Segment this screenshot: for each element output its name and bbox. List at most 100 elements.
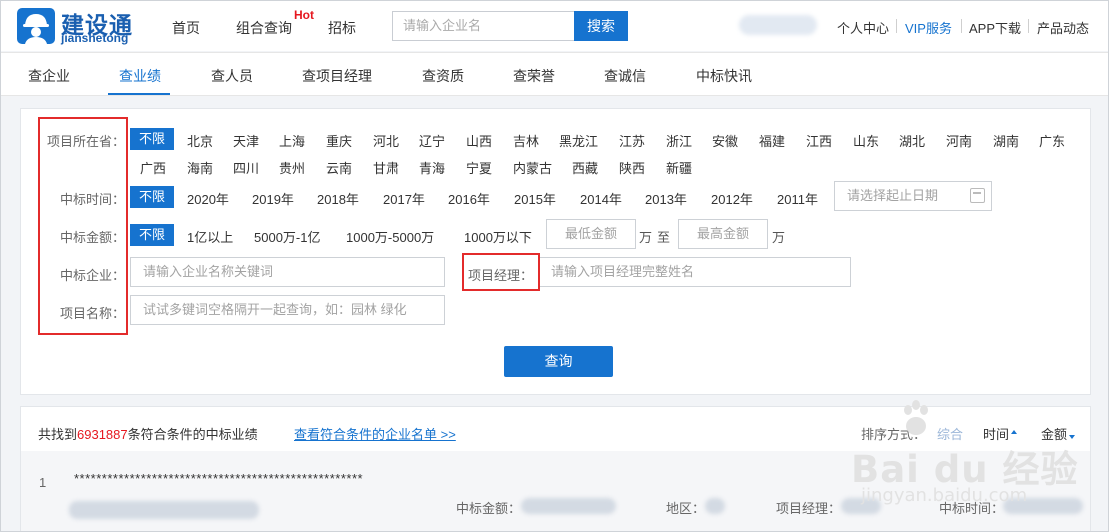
province-option[interactable]: 江苏 xyxy=(619,131,645,150)
province-option[interactable]: 河南 xyxy=(946,131,972,150)
company-list-link[interactable]: 查看符合条件的企业名单 >> xyxy=(294,424,456,443)
tab-performance[interactable]: 查业绩 xyxy=(119,66,161,86)
province-option[interactable]: 吉林 xyxy=(513,131,539,150)
province-option[interactable]: 河北 xyxy=(373,131,399,150)
province-option[interactable]: 陕西 xyxy=(619,158,645,177)
tab-honor[interactable]: 查荣誉 xyxy=(513,66,555,86)
unit-wan: 万 xyxy=(772,230,786,245)
tab-bar: 查企业 查业绩 查人员 查项目经理 查资质 查荣誉 查诚信 中标快讯 xyxy=(1,52,1108,96)
bid-company-input[interactable]: 请输入企业名称关键词 xyxy=(130,257,445,287)
link-app-download[interactable]: APP下载 xyxy=(969,18,1021,37)
province-option[interactable]: 浙江 xyxy=(666,131,692,150)
province-option[interactable]: 宁夏 xyxy=(466,158,492,177)
divider xyxy=(1028,19,1029,33)
max-amount-input[interactable]: 最高金额 xyxy=(678,219,768,249)
nav-combined-search[interactable]: 组合查询 xyxy=(236,18,292,38)
logo[interactable]: 建设通 jianshetong xyxy=(17,8,143,46)
query-button[interactable]: 查询 xyxy=(504,346,613,377)
province-option[interactable]: 海南 xyxy=(187,158,213,177)
logo-worker-icon xyxy=(17,8,55,44)
watermark-url: jingyan.baidu.com xyxy=(861,485,1028,506)
time-option[interactable]: 2015年 xyxy=(514,189,556,208)
province-option[interactable]: 辽宁 xyxy=(419,131,445,150)
row-title-masked[interactable]: ****************************************… xyxy=(74,471,363,486)
province-option[interactable]: 湖北 xyxy=(899,131,925,150)
highlight-box-labels xyxy=(38,117,128,335)
row-amount-blurred xyxy=(521,498,616,514)
row-region-label: 地区： xyxy=(666,501,706,516)
date-range-placeholder: 请选择起止日期 xyxy=(847,188,939,203)
row-company-blurred xyxy=(69,501,259,519)
results-count: 6931887 xyxy=(77,427,128,442)
province-option[interactable]: 安徽 xyxy=(712,131,738,150)
row-index: 1 xyxy=(39,475,47,490)
time-option-any[interactable]: 不限 xyxy=(130,186,175,208)
nav-tender[interactable]: 招标 xyxy=(328,18,356,38)
tab-project-manager[interactable]: 查项目经理 xyxy=(302,66,372,86)
time-option[interactable]: 2013年 xyxy=(645,189,687,208)
time-option[interactable]: 2012年 xyxy=(711,189,753,208)
project-name-input[interactable]: 试试多键词空格隔开一起查询，如：园林 绿化 xyxy=(130,295,445,325)
province-option[interactable]: 甘肃 xyxy=(373,158,399,177)
province-option[interactable]: 广东 xyxy=(1039,131,1065,150)
province-option[interactable]: 天津 xyxy=(233,131,259,150)
time-option[interactable]: 2018年 xyxy=(317,189,359,208)
divider xyxy=(961,19,962,33)
logo-subtitle: jianshetong xyxy=(61,31,129,45)
time-option[interactable]: 2017年 xyxy=(383,189,425,208)
nav-home[interactable]: 首页 xyxy=(172,18,200,38)
date-range-picker[interactable]: 请选择起止日期 xyxy=(834,181,992,211)
province-option[interactable]: 贵州 xyxy=(279,158,305,177)
amount-option[interactable]: 1亿以上 xyxy=(187,227,233,246)
amount-option[interactable]: 1000万-5000万 xyxy=(346,227,434,246)
results-summary: 共找到6931887条符合条件的中标业绩 xyxy=(38,424,258,443)
range-to-label: 至 xyxy=(657,230,671,245)
time-option[interactable]: 2020年 xyxy=(187,189,229,208)
top-header: 建设通 jianshetong 首页 组合查询 Hot 招标 请输入企业名 搜索… xyxy=(1,1,1108,51)
province-option[interactable]: 湖南 xyxy=(993,131,1019,150)
amount-option[interactable]: 1000万以下 xyxy=(464,227,532,246)
tab-personnel[interactable]: 查人员 xyxy=(211,66,253,86)
province-option[interactable]: 青海 xyxy=(419,158,445,177)
search-button[interactable]: 搜索 xyxy=(574,11,628,41)
active-tab-indicator xyxy=(108,93,170,95)
time-option[interactable]: 2014年 xyxy=(580,189,622,208)
unit-wan: 万 xyxy=(639,230,653,245)
province-option[interactable]: 北京 xyxy=(187,131,213,150)
time-option[interactable]: 2016年 xyxy=(448,189,490,208)
project-manager-input[interactable]: 请输入项目经理完整姓名 xyxy=(538,257,851,287)
province-option-any[interactable]: 不限 xyxy=(130,128,175,150)
min-amount-input[interactable]: 最低金额 xyxy=(546,219,636,249)
amount-option-any[interactable]: 不限 xyxy=(130,224,175,246)
time-option[interactable]: 2019年 xyxy=(252,189,294,208)
divider xyxy=(896,19,897,33)
province-option[interactable]: 西藏 xyxy=(572,158,598,177)
tab-company[interactable]: 查企业 xyxy=(28,66,70,86)
tab-credit[interactable]: 查诚信 xyxy=(604,66,646,86)
tab-bid-news[interactable]: 中标快讯 xyxy=(696,66,752,86)
link-personal-center[interactable]: 个人中心 xyxy=(837,18,889,37)
province-option[interactable]: 江西 xyxy=(806,131,832,150)
time-option[interactable]: 2011年 xyxy=(777,189,818,208)
province-option[interactable]: 山西 xyxy=(466,131,492,150)
province-option[interactable]: 四川 xyxy=(233,158,259,177)
province-option[interactable]: 新疆 xyxy=(666,158,692,177)
screen: 建设通 jianshetong 首页 组合查询 Hot 招标 请输入企业名 搜索… xyxy=(0,0,1109,532)
username-blurred xyxy=(739,15,817,35)
tab-qualification[interactable]: 查资质 xyxy=(422,66,464,86)
province-option[interactable]: 山东 xyxy=(853,131,879,150)
province-option[interactable]: 重庆 xyxy=(326,131,352,150)
province-option[interactable]: 福建 xyxy=(759,131,785,150)
province-option[interactable]: 广西 xyxy=(140,158,166,177)
link-vip[interactable]: VIP服务 xyxy=(905,18,952,37)
province-option[interactable]: 黑龙江 xyxy=(559,131,598,150)
row-region-blurred xyxy=(705,498,725,514)
company-search-input[interactable]: 请输入企业名 xyxy=(392,11,575,41)
row-manager-label: 项目经理： xyxy=(776,501,842,516)
province-option[interactable]: 内蒙古 xyxy=(513,158,552,177)
results-prefix: 共找到 xyxy=(38,427,78,442)
province-option[interactable]: 上海 xyxy=(279,131,305,150)
amount-option[interactable]: 5000万-1亿 xyxy=(254,227,320,246)
province-option[interactable]: 云南 xyxy=(326,158,352,177)
link-product-news[interactable]: 产品动态 xyxy=(1037,18,1089,37)
